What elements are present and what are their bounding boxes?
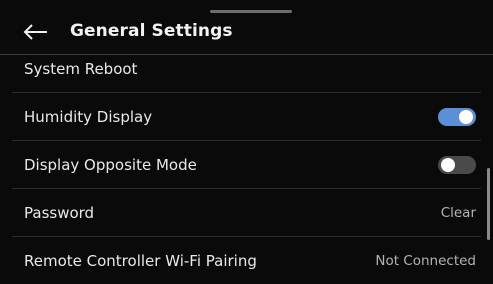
setting-label: System Reboot — [24, 60, 138, 78]
back-button[interactable] — [22, 20, 50, 44]
arrow-left-icon — [23, 24, 47, 40]
setting-display-opposite-mode[interactable]: Display Opposite Mode — [0, 141, 493, 189]
setting-label: Humidity Display — [24, 108, 153, 126]
setting-system-reboot[interactable]: System Reboot — [0, 55, 493, 93]
toggle-knob — [441, 158, 455, 172]
settings-list: System Reboot Humidity Display Display O… — [0, 55, 493, 284]
toggle-knob — [459, 110, 473, 124]
general-settings-screen: General Settings System Reboot Humidity … — [0, 0, 493, 284]
humidity-display-toggle[interactable] — [438, 108, 476, 126]
password-value: Clear — [440, 205, 476, 221]
scrollbar[interactable] — [487, 168, 490, 240]
header: General Settings — [0, 14, 493, 54]
drag-handle[interactable] — [210, 10, 292, 13]
setting-label: Password — [24, 204, 95, 222]
setting-humidity-display[interactable]: Humidity Display — [0, 93, 493, 141]
page-title: General Settings — [70, 21, 233, 41]
wifi-pairing-status: Not Connected — [375, 253, 476, 269]
display-opposite-mode-toggle[interactable] — [438, 156, 476, 174]
setting-label: Display Opposite Mode — [24, 156, 197, 174]
setting-remote-wifi-pairing[interactable]: Remote Controller Wi-Fi Pairing Not Conn… — [0, 237, 493, 284]
setting-password[interactable]: Password Clear — [0, 189, 493, 237]
setting-label: Remote Controller Wi-Fi Pairing — [24, 252, 257, 270]
